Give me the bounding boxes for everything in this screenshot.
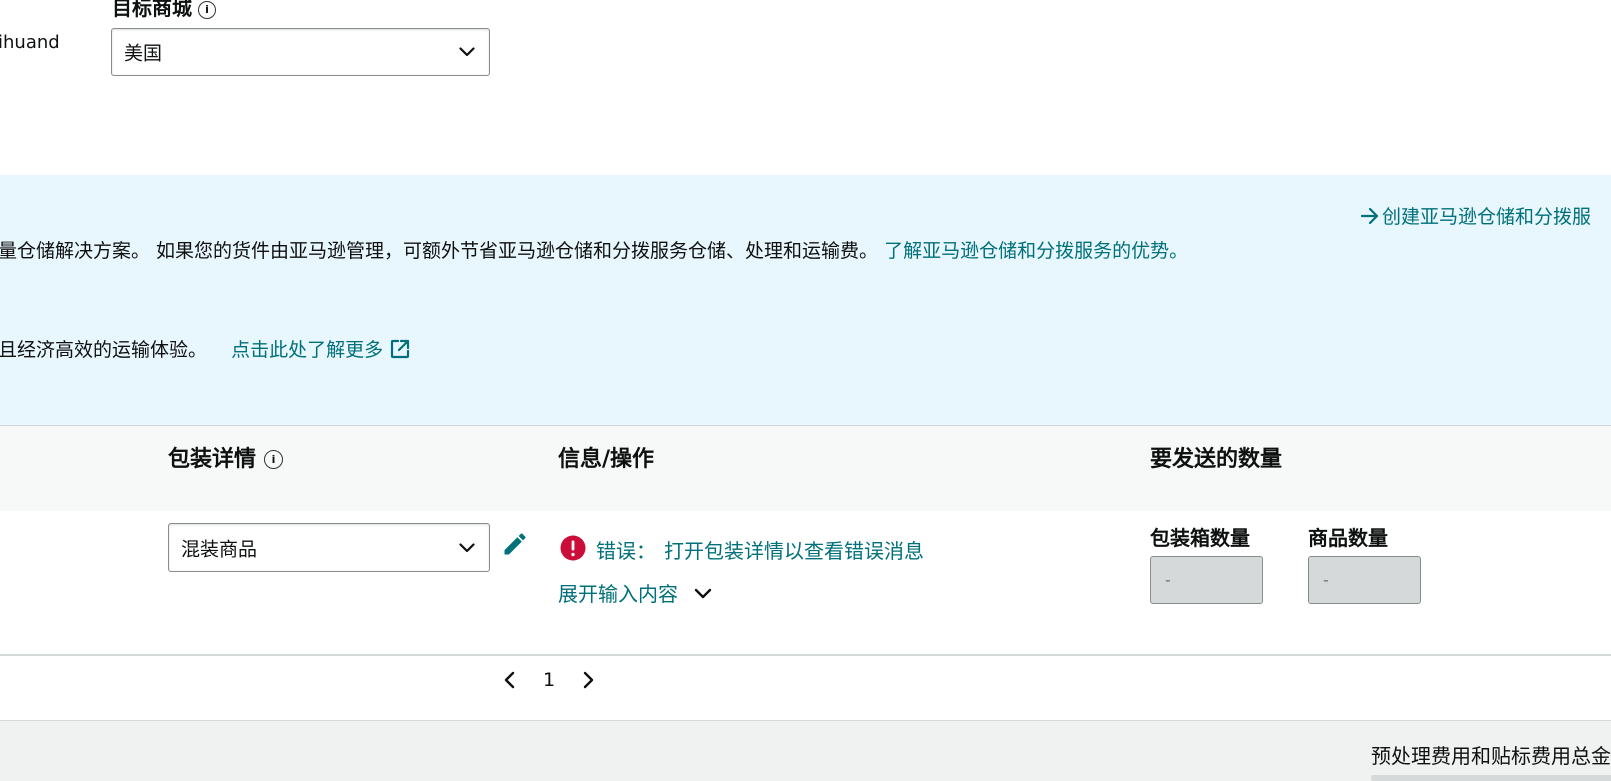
prep-label-fee-summary: 预处理费用和贴标费用总金	[1371, 744, 1611, 768]
column-header-quantity: 要发送的数量	[1150, 447, 1283, 472]
marketplace-label: 目标商城 i	[112, 0, 216, 21]
marketplace-label-text: 目标商城	[112, 0, 192, 20]
banner-line-2: 且经济高效的运输体验。 点击此处了解更多	[0, 335, 411, 362]
column-header-packing: 包装详情 i	[168, 441, 284, 473]
banner-line-1-text: 量仓储解决方案。 如果您的货件由亚马逊管理，可额外节省亚马逊仓储和分拨服务仓储、…	[0, 240, 879, 262]
error-label: 错误：	[596, 539, 656, 563]
create-awd-link[interactable]: 创建亚马逊仓储和分拨服	[1360, 202, 1591, 229]
info-icon[interactable]: i	[198, 1, 216, 19]
packing-header-text: 包装详情	[168, 447, 257, 472]
box-quantity-label: 包装箱数量	[1150, 526, 1250, 550]
expand-inputs-label: 展开输入内容	[558, 582, 678, 606]
error-message-text: 打开包装详情以查看错误消息	[664, 539, 924, 563]
chevron-left-icon[interactable]	[503, 671, 517, 689]
column-header-info: 信息/操作	[558, 447, 655, 472]
awd-benefits-link[interactable]: 了解亚马逊仓储和分拨服务的优势。	[884, 240, 1188, 262]
info-icon[interactable]: i	[264, 450, 284, 469]
marketplace-selected-value: 美国	[124, 42, 163, 65]
chevron-down-icon	[694, 588, 712, 599]
item-quantity-field[interactable]: -	[1308, 556, 1421, 604]
item-quantity-placeholder: -	[1323, 570, 1329, 590]
box-quantity-field[interactable]: -	[1150, 556, 1263, 604]
expand-inputs-toggle[interactable]: 展开输入内容	[558, 578, 712, 607]
pack-type-selected-value: 混装商品	[181, 538, 258, 560]
chevron-down-icon	[459, 542, 475, 552]
chevron-right-icon[interactable]	[581, 671, 595, 689]
pagination-current-page[interactable]: 1	[543, 669, 555, 691]
summary-footer	[0, 720, 1611, 781]
account-name-text: ihuand	[0, 32, 60, 53]
learn-more-link[interactable]: 点击此处了解更多	[231, 339, 411, 361]
banner-line-2-text: 且经济高效的运输体验。	[0, 339, 208, 361]
item-quantity-label: 商品数量	[1308, 526, 1388, 550]
chevron-down-icon	[459, 47, 475, 57]
banner-line-1: 量仓储解决方案。 如果您的货件由亚马逊管理，可额外节省亚马逊仓储和分拨服务仓储、…	[0, 236, 1188, 263]
learn-more-link-text: 点击此处了解更多	[231, 339, 384, 361]
row-divider	[0, 654, 1611, 656]
pencil-icon[interactable]	[501, 530, 529, 558]
marketplace-select[interactable]: 美国	[111, 28, 490, 76]
box-quantity-placeholder: -	[1165, 570, 1171, 590]
create-awd-link-text: 创建亚马逊仓储和分拨服	[1382, 206, 1592, 228]
external-link-icon	[390, 339, 410, 359]
pack-type-select[interactable]: 混装商品	[168, 523, 490, 572]
arrow-right-icon	[1360, 207, 1379, 225]
error-icon	[560, 535, 586, 561]
error-message[interactable]: 错误： 打开包装详情以查看错误消息	[596, 535, 924, 564]
summary-bar	[1371, 775, 1611, 781]
